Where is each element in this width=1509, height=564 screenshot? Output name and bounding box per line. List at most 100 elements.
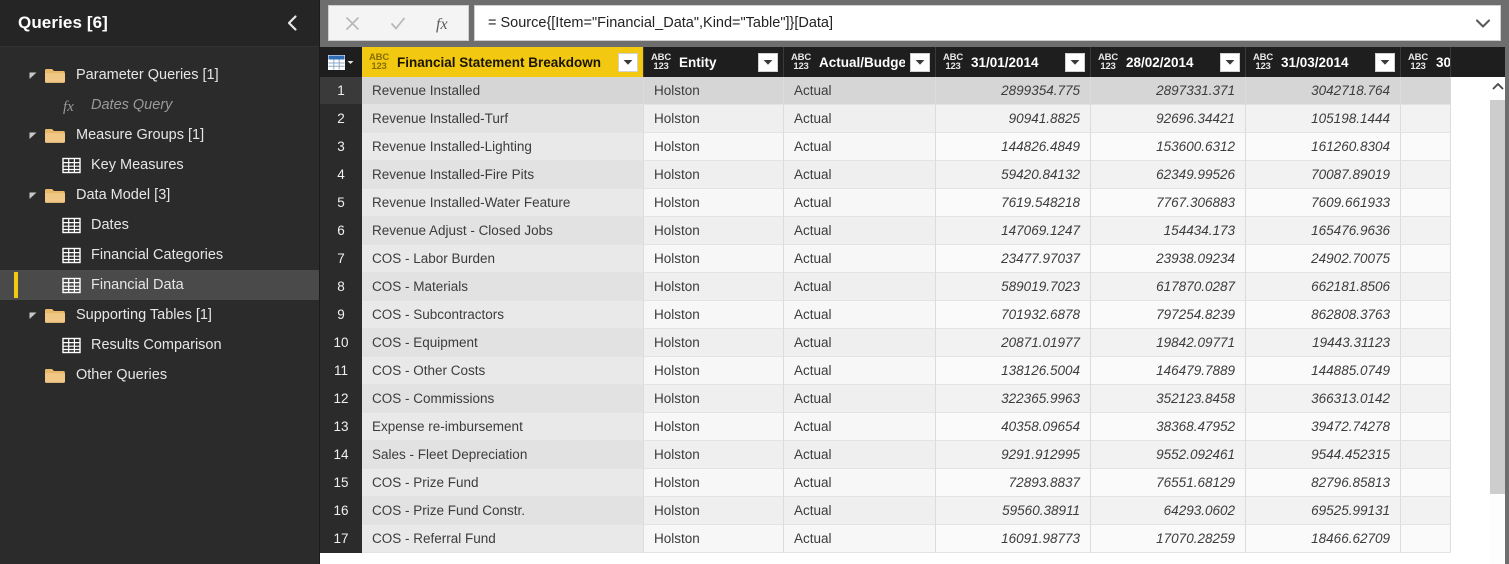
column-type-icon[interactable]: ABC 123	[1097, 52, 1119, 72]
table-cell[interactable]: 90941.8825	[936, 105, 1091, 133]
expand-triangle-icon[interactable]	[26, 188, 40, 202]
table-cell[interactable]: 3042718.764	[1246, 77, 1401, 105]
sidebar-item-supporting-tables-1[interactable]: Supporting Tables [1]	[0, 300, 319, 330]
table-cell[interactable]: 16091.98773	[936, 525, 1091, 553]
table-cell[interactable]: Actual	[784, 301, 936, 329]
table-cell[interactable]	[1401, 105, 1451, 133]
sidebar-item-dates[interactable]: Dates	[0, 210, 319, 240]
table-cell[interactable]: 862808.3763	[1246, 301, 1401, 329]
row-number[interactable]: 7	[320, 245, 362, 273]
table-cell[interactable]: COS - Other Costs	[362, 357, 644, 385]
table-cell[interactable]: 153600.6312	[1091, 133, 1246, 161]
table-cell[interactable]	[1401, 133, 1451, 161]
table-row[interactable]: 17 COS - Referral Fund Holston Actual 16091.…	[320, 525, 1509, 553]
row-number[interactable]: 13	[320, 413, 362, 441]
filter-dropdown-icon[interactable]	[910, 52, 930, 72]
formula-input-wrapper[interactable]: = Source{[Item="Financial_Data",Kind="Ta…	[474, 5, 1501, 41]
table-row[interactable]: 10 COS - Equipment Holston Actual 20871.0197…	[320, 329, 1509, 357]
row-number[interactable]: 1	[320, 77, 362, 105]
table-cell[interactable]	[1401, 217, 1451, 245]
table-cell[interactable]: 70087.89019	[1246, 161, 1401, 189]
table-cell[interactable]: 24902.70075	[1246, 245, 1401, 273]
table-row[interactable]: 3 Revenue Installed-Lighting Holston Actual…	[320, 133, 1509, 161]
table-cell[interactable]: Actual	[784, 329, 936, 357]
table-cell[interactable]: COS - Commissions	[362, 385, 644, 413]
column-header[interactable]: ABC 123 28/02/2014	[1091, 47, 1246, 77]
table-row[interactable]: 13 Expense re-imbursement Holston Actual 403…	[320, 413, 1509, 441]
table-cell[interactable]: 9544.452315	[1246, 441, 1401, 469]
row-number[interactable]: 10	[320, 329, 362, 357]
table-cell[interactable]	[1401, 357, 1451, 385]
table-cell[interactable]: 92696.34421	[1091, 105, 1246, 133]
table-cell[interactable]: COS - Prize Fund	[362, 469, 644, 497]
table-cell[interactable]	[1401, 189, 1451, 217]
table-cell[interactable]: Actual	[784, 105, 936, 133]
table-cell[interactable]: Actual	[784, 245, 936, 273]
table-row[interactable]: 12 COS - Commissions Holston Actual 322365.9…	[320, 385, 1509, 413]
table-cell[interactable]: Revenue Installed-Turf	[362, 105, 644, 133]
table-cell[interactable]	[1401, 385, 1451, 413]
column-type-icon[interactable]: ABC 123	[1252, 52, 1274, 72]
table-cell[interactable]: COS - Prize Fund Constr.	[362, 497, 644, 525]
table-cell[interactable]: Actual	[784, 497, 936, 525]
sidebar-item-dates-query[interactable]: fx Dates Query	[0, 90, 319, 120]
table-cell[interactable]: 797254.8239	[1091, 301, 1246, 329]
checkmark-icon[interactable]	[378, 6, 418, 40]
sidebar-item-key-measures[interactable]: Key Measures	[0, 150, 319, 180]
table-cell[interactable]: 2899354.775	[936, 77, 1091, 105]
table-cell[interactable]: Actual	[784, 77, 936, 105]
table-cell[interactable]: Holston	[644, 105, 784, 133]
table-cell[interactable]: 62349.99526	[1091, 161, 1246, 189]
table-cell[interactable]: Holston	[644, 413, 784, 441]
table-cell[interactable]	[1401, 441, 1451, 469]
table-cell[interactable]: 2897331.371	[1091, 77, 1246, 105]
table-cell[interactable]: Holston	[644, 273, 784, 301]
table-cell[interactable]: COS - Materials	[362, 273, 644, 301]
table-cell[interactable]: Actual	[784, 273, 936, 301]
column-header[interactable]: ABC 123 Actual/Budget	[784, 47, 936, 77]
table-cell[interactable]: Actual	[784, 189, 936, 217]
table-cell[interactable]	[1401, 497, 1451, 525]
table-cell[interactable]: 352123.8458	[1091, 385, 1246, 413]
table-cell[interactable]: Expense re-imbursement	[362, 413, 644, 441]
table-row[interactable]: 15 COS - Prize Fund Holston Actual 72893.883…	[320, 469, 1509, 497]
row-number[interactable]: 3	[320, 133, 362, 161]
table-cell[interactable]: 20871.01977	[936, 329, 1091, 357]
table-cell[interactable]: 19443.31123	[1246, 329, 1401, 357]
table-cell[interactable]: 17070.28259	[1091, 525, 1246, 553]
table-cell[interactable]: 19842.09771	[1091, 329, 1246, 357]
table-cell[interactable]: Holston	[644, 469, 784, 497]
column-header[interactable]: ABC 123 Financial Statement Breakdown	[362, 47, 644, 77]
sidebar-item-financial-data[interactable]: Financial Data	[0, 270, 319, 300]
chevron-down-icon[interactable]	[1466, 6, 1500, 40]
table-cell[interactable]: Revenue Installed	[362, 77, 644, 105]
table-cell[interactable]: Actual	[784, 357, 936, 385]
table-cell[interactable]: 7619.548218	[936, 189, 1091, 217]
filter-dropdown-icon[interactable]	[1065, 52, 1085, 72]
table-cell[interactable]: 662181.8506	[1246, 273, 1401, 301]
vertical-scrollbar[interactable]	[1489, 77, 1506, 564]
sidebar-item-parameter-queries-1[interactable]: Parameter Queries [1]	[0, 60, 319, 90]
sidebar-item-other-queries[interactable]: Other Queries	[0, 360, 319, 390]
filter-dropdown-icon[interactable]	[758, 52, 778, 72]
table-cell[interactable]: 9291.912995	[936, 441, 1091, 469]
table-cell[interactable]: Holston	[644, 77, 784, 105]
select-table-icon[interactable]	[320, 47, 362, 77]
table-cell[interactable]: 23938.09234	[1091, 245, 1246, 273]
chevron-up-icon[interactable]	[1489, 77, 1506, 94]
table-cell[interactable]: 105198.1444	[1246, 105, 1401, 133]
table-cell[interactable]: 38368.47952	[1091, 413, 1246, 441]
table-cell[interactable]	[1401, 469, 1451, 497]
table-cell[interactable]: 82796.85813	[1246, 469, 1401, 497]
filter-dropdown-icon[interactable]	[1375, 52, 1395, 72]
table-cell[interactable]: Actual	[784, 385, 936, 413]
column-header[interactable]: ABC123 30,	[1401, 47, 1451, 77]
row-number[interactable]: 12	[320, 385, 362, 413]
table-cell[interactable]: 701932.6878	[936, 301, 1091, 329]
sidebar-item-measure-groups-1[interactable]: Measure Groups [1]	[0, 120, 319, 150]
row-number[interactable]: 17	[320, 525, 362, 553]
row-number[interactable]: 11	[320, 357, 362, 385]
sidebar-item-results-comparison[interactable]: Results Comparison	[0, 330, 319, 360]
table-cell[interactable]	[1401, 525, 1451, 553]
table-cell[interactable]	[1401, 245, 1451, 273]
